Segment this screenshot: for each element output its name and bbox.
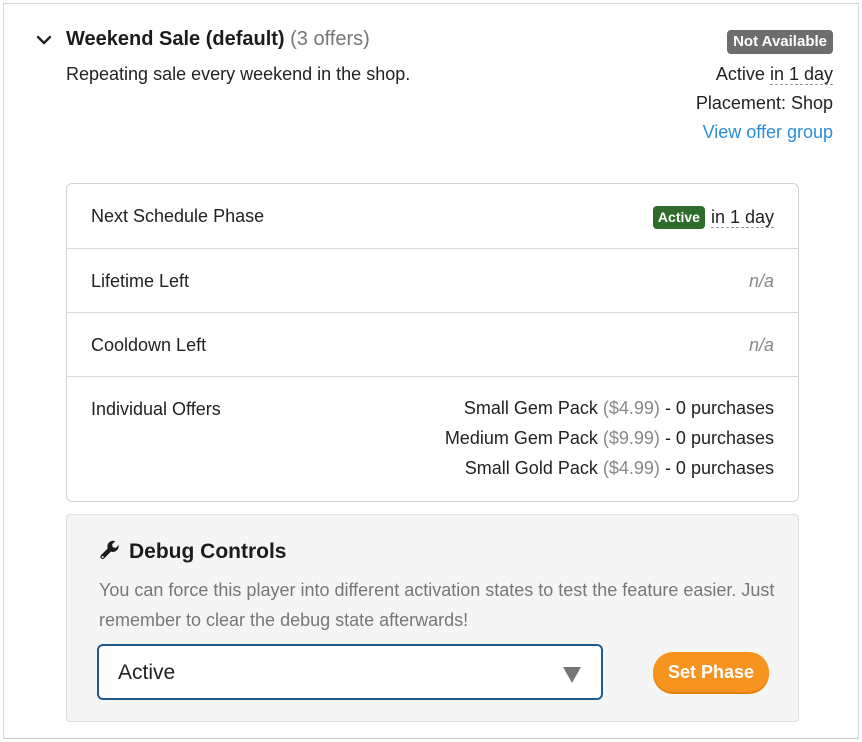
debug-title-text: Debug Controls	[129, 540, 287, 563]
table-row: Cooldown Left n/a	[67, 313, 798, 377]
offer-name: Small Gold Pack	[464, 458, 598, 478]
cooldown-value: n/a	[748, 335, 774, 355]
offer-name: Small Gem Pack	[463, 398, 598, 418]
lifetime-value: n/a	[748, 271, 774, 291]
next-phase-label: Next Schedule Phase	[91, 206, 265, 226]
set-phase-button[interactable]: Set Phase	[653, 652, 769, 692]
chevron-down-icon[interactable]	[35, 31, 53, 49]
active-badge: Active	[652, 206, 705, 229]
dropdown-arrow-icon	[563, 667, 581, 683]
active-prefix: Active	[715, 64, 765, 84]
offer-group-title: Weekend Sale (default) (3 offers)	[66, 28, 370, 51]
offer-price: ($9.99)	[602, 428, 660, 448]
status-badge: Not Available	[727, 30, 833, 54]
next-phase-value: Active in 1 day	[652, 206, 774, 229]
title-text: Weekend Sale (default)	[66, 28, 285, 50]
offer-purchases: - 0 purchases	[664, 398, 774, 418]
offer-group-description: Repeating sale every weekend in the shop…	[66, 64, 411, 84]
next-phase-when: in 1 day	[710, 207, 774, 228]
active-schedule: Active in 1 day	[716, 64, 833, 85]
table-row: Next Schedule Phase Active in 1 day	[67, 184, 798, 249]
cooldown-label: Cooldown Left	[91, 335, 207, 355]
table-row: Lifetime Left n/a	[67, 249, 798, 313]
offer-price: ($4.99)	[602, 398, 660, 418]
offer-count: (3 offers)	[290, 28, 370, 50]
placement: Placement: Shop	[695, 93, 833, 113]
wrench-icon	[100, 540, 119, 560]
offers-list: Small Gem Pack ($4.99) - 0 purchases Med…	[445, 393, 774, 483]
phase-select-value: Active	[118, 661, 176, 684]
debug-description: You can force this player into different…	[99, 580, 775, 630]
offer-name: Medium Gem Pack	[444, 428, 598, 448]
offer-purchases: - 0 purchases	[664, 428, 774, 448]
details-table: Next Schedule Phase Active in 1 day Lifet…	[66, 183, 799, 502]
active-when: in 1 day	[769, 64, 833, 85]
offer-group-card: Weekend Sale (default) (3 offers) Repeat…	[3, 3, 859, 739]
list-item: Small Gem Pack ($4.99) - 0 purchases	[445, 393, 774, 423]
lifetime-label: Lifetime Left	[91, 271, 190, 291]
offer-purchases: - 0 purchases	[664, 458, 774, 478]
phase-select[interactable]: Active	[97, 644, 603, 700]
list-item: Small Gold Pack ($4.99) - 0 purchases	[445, 453, 774, 483]
list-item: Medium Gem Pack ($9.99) - 0 purchases	[445, 423, 774, 453]
offers-label: Individual Offers	[91, 399, 221, 419]
view-offer-group-link[interactable]: View offer group	[703, 122, 833, 143]
debug-controls-panel: Debug Controls You can force this player…	[66, 514, 799, 722]
debug-title: Debug Controls	[99, 539, 287, 564]
table-row: Individual Offers Small Gem Pack ($4.99)…	[67, 377, 798, 501]
offer-price: ($4.99)	[602, 458, 660, 478]
